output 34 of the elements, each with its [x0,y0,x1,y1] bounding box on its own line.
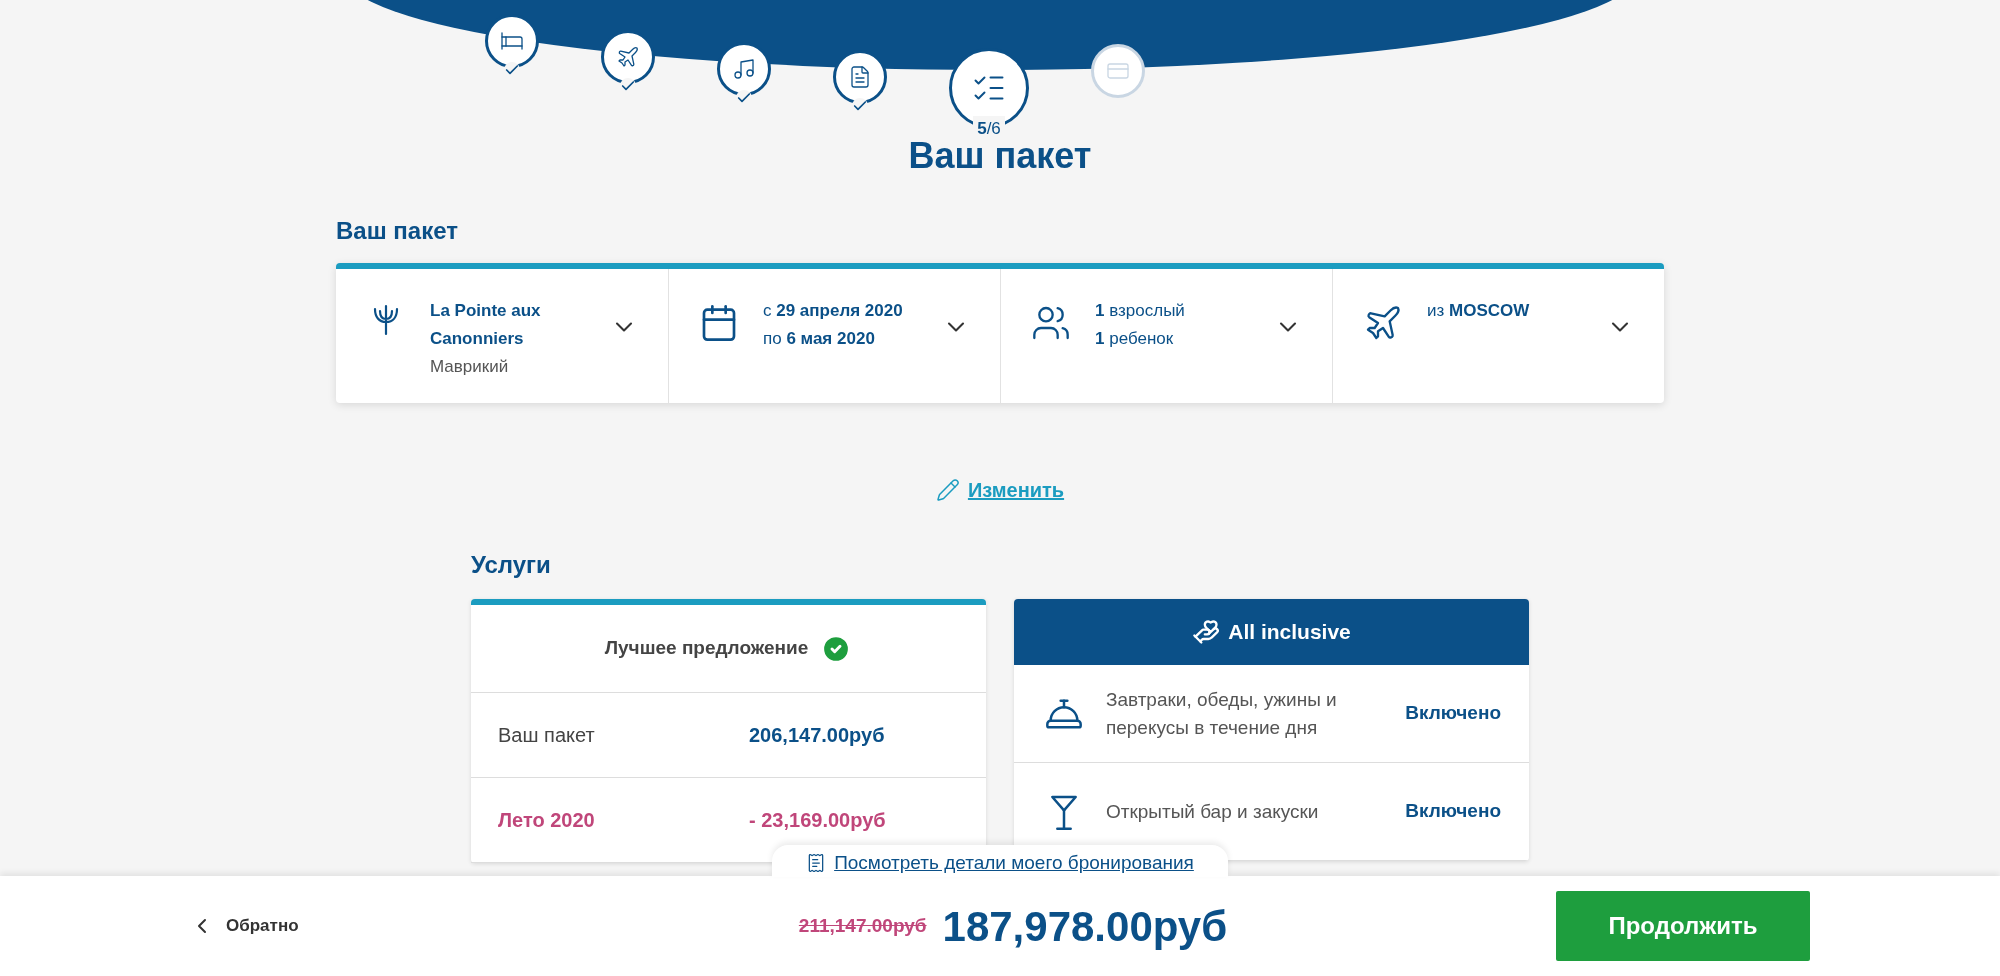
back-link[interactable]: Обратно [190,913,550,939]
selector-text: La Pointe aux [430,300,542,322]
service-status: Включено [1405,799,1501,824]
document-icon [848,65,872,89]
service-description: Открытый бар и закуски [1105,799,1320,824]
selector-text: 1 ребенок [1095,328,1175,350]
package-selector[interactable]: из MOSCOW [1332,269,1664,403]
service-status: Включено [1405,701,1501,726]
music-icon [732,57,756,81]
price-label: Лето 2020 [498,808,596,833]
package-selector[interactable]: с 29 апреля 2020 по 6 мая 2020 [668,269,1000,403]
old-price: 211,147.00руб [798,913,927,938]
selector-text: с 29 апреля 2020 [763,300,904,322]
service-description: Завтраки, обеды, ужины и перекусы в течение дня [1105,687,1338,740]
selector-subtext: Маврикий [430,356,510,378]
plane-icon [616,45,640,69]
total-price: 187,978.00руб [942,901,1228,952]
price-amount: - 23,169.00руб [749,808,887,833]
trident-logo-icon [371,303,401,337]
selector-text: по 6 мая 2020 [763,328,876,350]
price-amount: 206,147.00руб [749,723,886,748]
hand-icon [1192,618,1221,646]
selector-text: 1 взрослый [1095,300,1186,322]
price-label: Ваш пакет [498,723,596,748]
offer-title: Лучшее предложение [604,636,809,661]
pencil-icon [935,478,960,502]
package-selector[interactable]: 1 взрослый 1 ребенок [1000,269,1332,403]
selector-text: Canonniers [430,328,525,350]
section-heading: Услуги [471,550,552,580]
selector-text: из MOSCOW [1427,300,1531,322]
package-selector[interactable]: La Pointe aux Canonniers Маврикий [336,269,668,403]
section-heading: Ваш пакет [336,216,459,246]
inclusive-title: All inclusive [1228,619,1351,646]
details-link[interactable]: Посмотреть детали моего бронирования [806,848,1194,877]
